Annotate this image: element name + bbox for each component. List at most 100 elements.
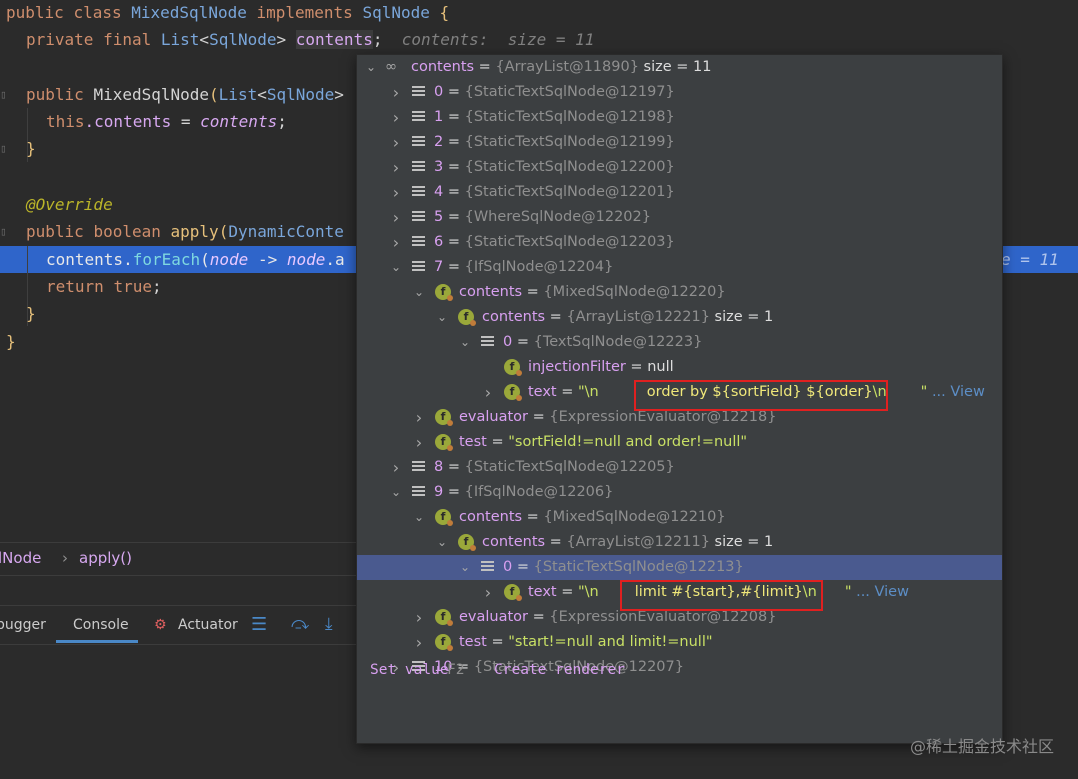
tree-row-label: contents = {ArrayList@12211} size = 1 — [482, 534, 774, 550]
chevron-right-icon[interactable]: › — [390, 180, 402, 205]
chevron-down-icon[interactable]: ⌄ — [459, 330, 471, 355]
chevron-right-icon[interactable]: › — [390, 205, 402, 230]
chevron-right-icon[interactable]: › — [390, 105, 402, 130]
chevron-down-icon[interactable]: ⌄ — [436, 305, 448, 330]
tree-row[interactable]: ⌄ f contents = {ArrayList@12211} size = 1 — [357, 530, 1002, 555]
view-link[interactable]: ... View — [927, 384, 985, 400]
chevron-down-icon[interactable]: ⌄ — [413, 280, 425, 305]
tree-row-label: 0 = {StaticTextSqlNode@12213} — [503, 559, 744, 575]
list-item-icon — [481, 561, 494, 574]
chevron-right-icon[interactable]: › — [390, 130, 402, 155]
tree-row[interactable]: › 6 = {StaticTextSqlNode@12203} — [357, 230, 1002, 255]
object-reference: {IfSqlNode@12206} — [464, 484, 614, 500]
chevron-right-icon[interactable]: › — [413, 405, 425, 430]
breadcrumb-method[interactable]: apply() — [79, 549, 132, 567]
highlight-box — [634, 380, 888, 411]
variable-name: injectionFilter — [528, 359, 626, 375]
list-item-icon — [412, 86, 425, 99]
tree-row[interactable]: ⌄ 7 = {IfSqlNode@12204} — [357, 255, 1002, 280]
gutter-icon[interactable]: ▯ — [0, 225, 7, 238]
chevron-down-icon[interactable]: ⌄ — [390, 480, 402, 505]
breadcrumb-class[interactable]: lNode — [0, 549, 41, 567]
chevron-right-icon[interactable]: › — [390, 155, 402, 180]
variable-name: 0 — [434, 84, 444, 100]
tab-actuator[interactable]: Actuator — [178, 617, 238, 633]
list-item-icon — [412, 136, 425, 149]
watermark: @稀土掘金技术社区 — [909, 737, 1054, 756]
gutter-icon[interactable]: ▯ — [0, 142, 7, 155]
object-reference: {StaticTextSqlNode@12201} — [464, 184, 675, 200]
field-icon: f — [458, 534, 476, 551]
tree-row[interactable]: › f test = "start!=null and limit!=null" — [357, 630, 1002, 655]
step-into-icon[interactable]: ⤓ — [325, 614, 333, 634]
view-link[interactable]: ... View — [851, 584, 909, 600]
chevron-down-icon[interactable]: ⌄ — [390, 255, 402, 280]
variable-name: 8 — [434, 459, 444, 475]
tree-row[interactable]: › 5 = {WhereSqlNode@12202} — [357, 205, 1002, 230]
tree-row-label: contents = {MixedSqlNode@12210} — [459, 509, 726, 525]
variable-name: evaluator — [459, 409, 529, 425]
tree-row[interactable]: ⌄ f contents = {ArrayList@12221} size = 1 — [357, 305, 1002, 330]
chevron-right-icon[interactable]: › — [482, 380, 494, 405]
field-icon: f — [504, 384, 522, 401]
list-item-icon — [412, 211, 425, 224]
variable-name: contents — [459, 284, 523, 300]
variable-name: 6 — [434, 234, 444, 250]
object-reference: {StaticTextSqlNode@12203} — [464, 234, 675, 250]
step-over-icon[interactable]: ⤼ — [291, 614, 309, 634]
object-reference: {WhereSqlNode@12202} — [464, 209, 651, 225]
tab-console[interactable]: Console — [73, 617, 129, 633]
field-icon: f — [435, 634, 453, 651]
chevron-right-icon[interactable]: › — [413, 605, 425, 630]
tree-row[interactable]: ⌄ f contents = {MixedSqlNode@12220} — [357, 280, 1002, 305]
tree-row[interactable]: › 8 = {StaticTextSqlNode@12205} — [357, 455, 1002, 480]
chevron-right-icon[interactable]: › — [413, 430, 425, 455]
tree-row[interactable]: › 3 = {StaticTextSqlNode@12200} — [357, 155, 1002, 180]
debug-value-popup: ⌄ ∞ contents = {ArrayList@11890} size = … — [356, 54, 1003, 744]
tree-row[interactable]: ⌄ 9 = {IfSqlNode@12206} — [357, 480, 1002, 505]
chevron-down-icon[interactable]: ⌄ — [459, 555, 471, 580]
object-reference: {StaticTextSqlNode@12197} — [464, 84, 675, 100]
tree-row[interactable]: ⌄ f contents = {MixedSqlNode@12210} — [357, 505, 1002, 530]
chevron-down-icon[interactable]: ⌄ — [436, 530, 448, 555]
chevron-right-icon[interactable]: › — [413, 630, 425, 655]
chevron-down-icon[interactable]: ⌄ — [413, 505, 425, 530]
tree-row[interactable]: ⌄ 0 = {TextSqlNode@12223} — [357, 330, 1002, 355]
code-line-7: public boolean apply(DynamicConte — [26, 222, 344, 241]
variable-name: 0 — [503, 559, 513, 575]
code-line-3: public MixedSqlNode(List<SqlNode> — [26, 85, 344, 104]
object-reference: {MixedSqlNode@12210} — [543, 509, 726, 525]
highlight-box — [620, 580, 823, 611]
tree-row-label: 1 = {StaticTextSqlNode@12198} — [434, 109, 675, 125]
tree-row[interactable]: › 2 = {StaticTextSqlNode@12199} — [357, 130, 1002, 155]
tree-row[interactable]: › 0 = {StaticTextSqlNode@12197} — [357, 80, 1002, 105]
field-icon: f — [504, 359, 522, 376]
inline-value-hint: contents: size = 11 — [401, 30, 595, 49]
set-value-link[interactable]: Set value — [370, 662, 449, 678]
tree-row[interactable]: › 4 = {StaticTextSqlNode@12201} — [357, 180, 1002, 205]
create-renderer-link[interactable]: Create renderer — [494, 662, 625, 678]
variable-name: 2 — [434, 134, 444, 150]
gutter-icon[interactable]: ▯ — [0, 88, 7, 101]
menu-lines-icon[interactable]: ☰ — [251, 614, 267, 635]
chevron-right-icon[interactable]: › — [482, 580, 494, 605]
tab-debugger[interactable]: bugger — [0, 617, 46, 633]
tree-row[interactable]: ⌄ 0 = {StaticTextSqlNode@12213} — [357, 555, 1002, 580]
tree-row[interactable]: › f test = "sortField!=null and order!=nul… — [357, 430, 1002, 455]
chevron-right-icon[interactable]: › — [390, 230, 402, 255]
object-reference: {StaticTextSqlNode@12200} — [464, 159, 675, 175]
object-reference: {IfSqlNode@12204} — [464, 259, 614, 275]
chevron-right-icon[interactable]: › — [390, 80, 402, 105]
list-item-icon — [412, 111, 425, 124]
string-value: "sortField!=null and order!=null" — [508, 434, 748, 450]
tree-row-label: 0 = {StaticTextSqlNode@12197} — [434, 84, 675, 100]
tree-root[interactable]: ⌄ ∞ contents = {ArrayList@11890} size = … — [357, 55, 1002, 80]
variable-name: text — [528, 584, 557, 600]
tree-row[interactable]: › 1 = {StaticTextSqlNode@12198} — [357, 105, 1002, 130]
chevron-down-icon[interactable]: ⌄ — [365, 55, 377, 80]
tree-row[interactable]: f injectionFilter = null — [357, 355, 1002, 380]
field-icon: f — [458, 309, 476, 326]
chevron-right-icon[interactable]: › — [390, 455, 402, 480]
list-item-icon — [412, 461, 425, 474]
tree-row-label: 6 = {StaticTextSqlNode@12203} — [434, 234, 675, 250]
